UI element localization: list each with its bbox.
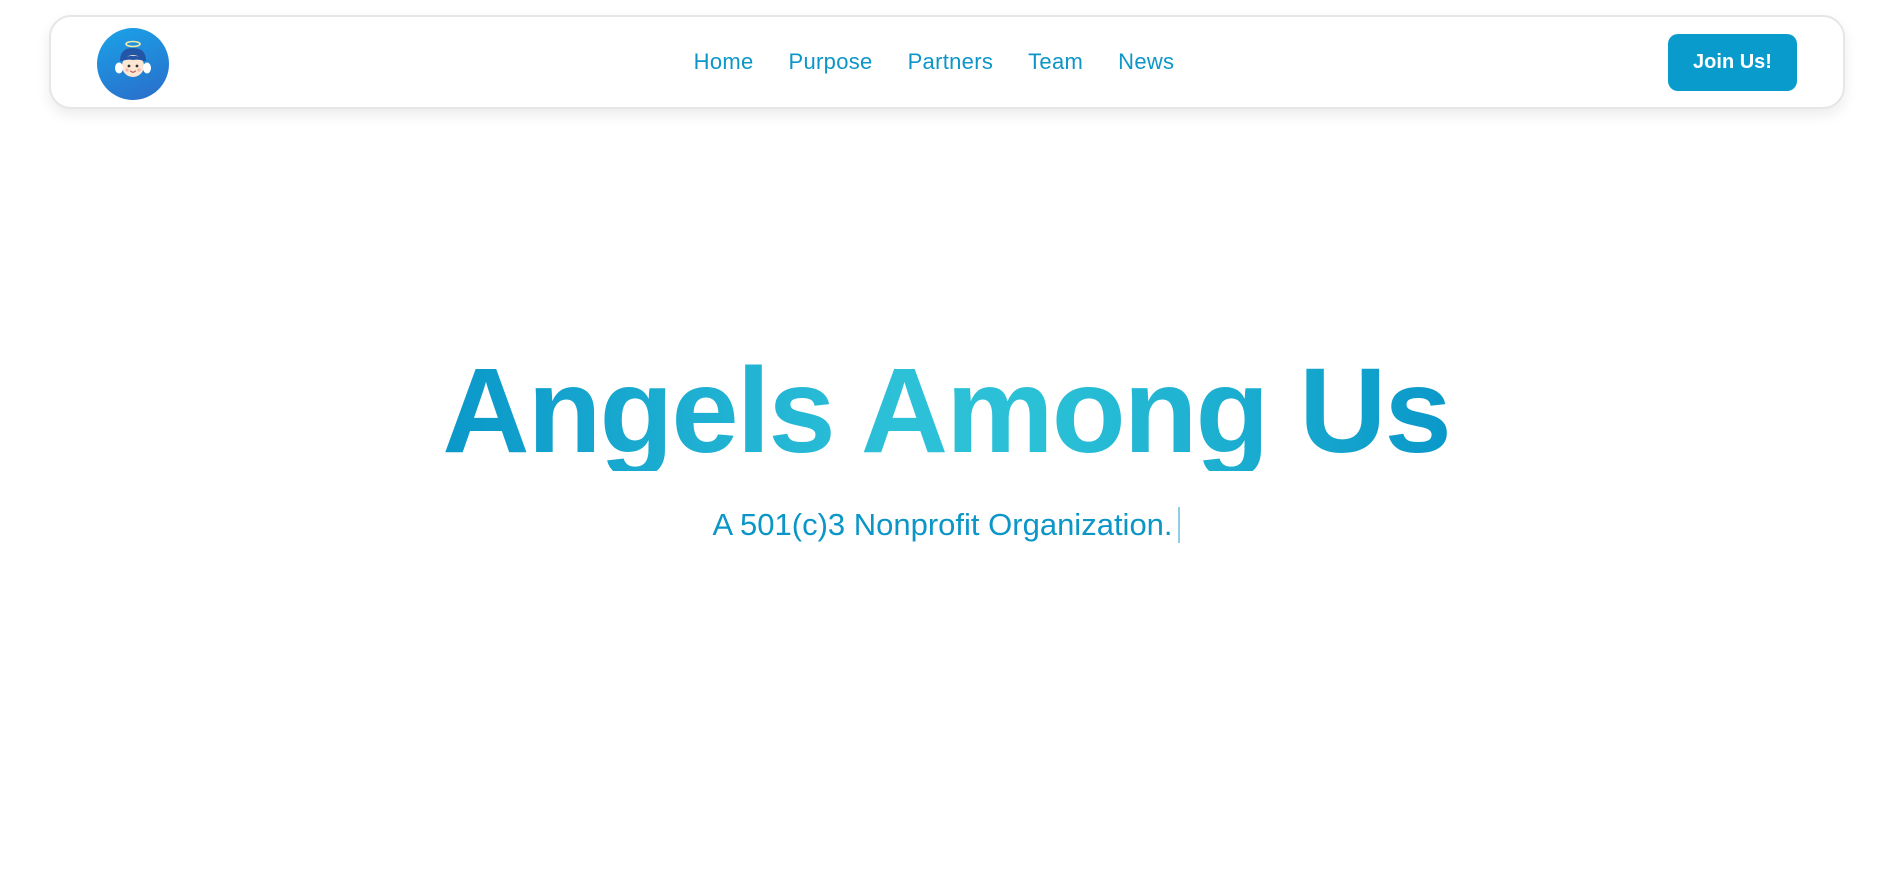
hero-section: Angels Among Us A 501(c)3 Nonprofit Orga… xyxy=(0,350,1892,543)
home-logo-link[interactable] xyxy=(97,28,169,100)
hero-subtitle-wrapper: A 501(c)3 Nonprofit Organization. xyxy=(712,507,1180,543)
join-us-button[interactable]: Join Us! xyxy=(1668,34,1797,91)
nav-link-home[interactable]: Home xyxy=(694,49,754,75)
top-navbar: Home Purpose Partners Team News Join Us! xyxy=(49,15,1845,109)
nav-link-news[interactable]: News xyxy=(1118,49,1174,75)
angel-mascot-icon xyxy=(115,40,151,77)
hero-subtitle: A 501(c)3 Nonprofit Organization. xyxy=(712,507,1173,542)
nav-link-team[interactable]: Team xyxy=(1028,49,1083,75)
main-nav: Home Purpose Partners Team News xyxy=(51,17,1843,107)
nav-link-purpose[interactable]: Purpose xyxy=(789,49,873,75)
hero-title: Angels Among Us xyxy=(442,342,1452,478)
nav-link-partners[interactable]: Partners xyxy=(908,49,994,75)
typing-cursor xyxy=(1177,507,1180,543)
